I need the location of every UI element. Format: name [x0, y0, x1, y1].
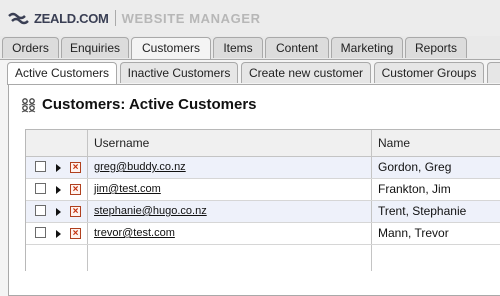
tab-marketing[interactable]: Marketing: [331, 37, 403, 58]
row-checkbox[interactable]: [35, 205, 46, 216]
table-row[interactable]: × stephanie@hugo.co.nz Trent, Stephanie: [26, 201, 500, 223]
page-title: Customers: Active Customers: [21, 96, 257, 113]
subtab-overflow[interactable]: [487, 62, 500, 83]
delete-icon[interactable]: ×: [70, 184, 81, 195]
row-checkbox[interactable]: [35, 183, 46, 194]
customers-section: Active Customers Inactive Customers Crea…: [0, 59, 500, 296]
row-checkbox[interactable]: [35, 161, 46, 172]
column-username[interactable]: Username: [88, 130, 149, 156]
table-row[interactable]: × jim@test.com Frankton, Jim: [26, 179, 500, 201]
customer-name: Trent, Stephanie: [378, 204, 467, 218]
customers-table: Username Name × greg@buddy.co.nz Gordon,…: [25, 129, 500, 271]
username-link[interactable]: jim@test.com: [94, 179, 161, 201]
tab-orders[interactable]: Orders: [2, 37, 59, 58]
tab-reports[interactable]: Reports: [405, 37, 467, 58]
page-title-text: Customers: Active Customers: [42, 96, 257, 113]
row-checkbox[interactable]: [35, 227, 46, 238]
table-header: Username Name: [26, 130, 500, 157]
customer-name: Mann, Trevor: [378, 226, 449, 240]
table-row[interactable]: × greg@buddy.co.nz Gordon, Greg: [26, 157, 500, 179]
tab-items[interactable]: Items: [213, 37, 263, 58]
delete-icon[interactable]: ×: [70, 206, 81, 217]
customer-name: Frankton, Jim: [378, 182, 451, 196]
subtab-create-new-customer[interactable]: Create new customer: [241, 62, 371, 83]
username-link[interactable]: stephanie@hugo.co.nz: [94, 201, 207, 223]
tab-customers[interactable]: Customers: [131, 37, 211, 60]
subtab-inactive-customers[interactable]: Inactive Customers: [120, 62, 238, 83]
subtab-active-customers[interactable]: Active Customers: [7, 62, 117, 85]
delete-icon[interactable]: ×: [70, 162, 81, 173]
top-bar: ZEALD.COM WEBSITE MANAGER: [0, 0, 500, 36]
app-name: WEBSITE MANAGER: [121, 10, 261, 26]
content-panel: Customers: Active Customers Username Nam…: [8, 84, 500, 296]
expand-arrow-icon[interactable]: [56, 186, 61, 194]
column-name[interactable]: Name: [372, 130, 410, 156]
main-tabs: Orders Enquiries Customers Items Content…: [0, 37, 500, 60]
tab-content[interactable]: Content: [265, 37, 329, 58]
expand-arrow-icon[interactable]: [56, 164, 61, 172]
brand-divider: [114, 10, 116, 26]
username-link[interactable]: greg@buddy.co.nz: [94, 157, 186, 179]
username-link[interactable]: trevor@test.com: [94, 223, 175, 245]
brand-name: ZEALD.COM: [34, 10, 109, 26]
delete-icon[interactable]: ×: [70, 228, 81, 239]
subtab-customer-groups[interactable]: Customer Groups: [374, 62, 484, 83]
table-row[interactable]: × trevor@test.com Mann, Trevor: [26, 223, 500, 245]
tab-enquiries[interactable]: Enquiries: [61, 37, 129, 58]
zeald-logo-icon: [8, 12, 29, 25]
expand-arrow-icon[interactable]: [56, 230, 61, 238]
logo: ZEALD.COM WEBSITE MANAGER: [8, 9, 261, 27]
customer-name: Gordon, Greg: [378, 160, 452, 174]
users-icon: [21, 97, 36, 112]
table-filler: [26, 245, 500, 271]
expand-arrow-icon[interactable]: [56, 208, 61, 216]
